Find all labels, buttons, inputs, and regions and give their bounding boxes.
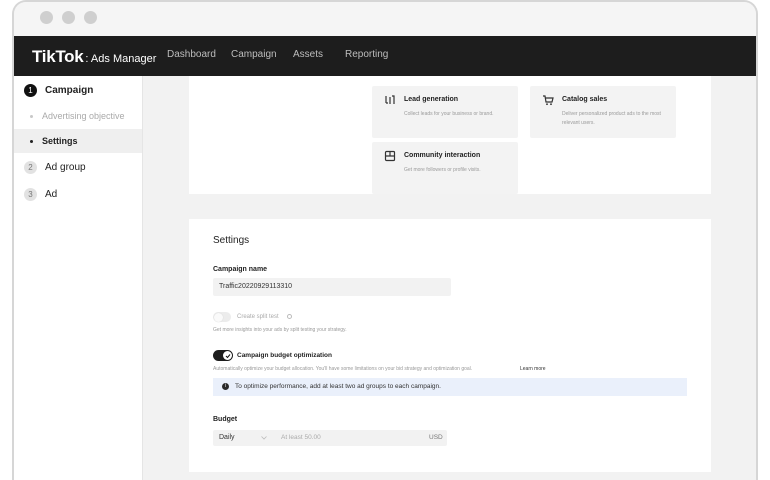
settings-heading: Settings — [213, 235, 250, 246]
window-minimize-button[interactable] — [62, 11, 75, 24]
nav-dashboard[interactable]: Dashboard — [167, 49, 216, 60]
split-test-description: Get more insights into your ads by split… — [213, 327, 347, 333]
sidebar-item-label: Settings — [42, 136, 78, 146]
nav-assets[interactable]: Assets — [293, 49, 323, 60]
objective-description: Deliver personalized product ads to the … — [562, 111, 661, 126]
objective-description: Get more followers or profile visits. — [404, 167, 481, 173]
cart-icon — [543, 95, 554, 106]
cbo-label: Campaign budget optimization — [237, 352, 332, 359]
funnel-icon — [385, 95, 395, 104]
nav-campaign[interactable]: Campaign — [231, 49, 277, 60]
step-label: Campaign — [45, 85, 94, 96]
split-test-toggle[interactable] — [213, 312, 231, 322]
check-icon — [225, 354, 231, 359]
budget-type-value: Daily — [219, 434, 235, 441]
brand-subtitle: : Ads Manager — [85, 53, 157, 65]
learn-more-link[interactable]: Learn more — [520, 366, 546, 372]
community-icon — [384, 150, 396, 162]
budget-type-select[interactable]: Daily — [213, 430, 271, 446]
window-titlebar — [14, 2, 756, 36]
objective-community-interaction[interactable]: Community interaction Get more followers… — [372, 142, 518, 194]
info-banner-text: To optimize performance, add at least tw… — [235, 383, 441, 390]
campaign-name-label: Campaign name — [213, 266, 268, 273]
objective-title: Lead generation — [404, 96, 459, 103]
objective-lead-generation[interactable]: Lead generation Collect leads for your b… — [372, 86, 518, 138]
objective-card: Lead generation Collect leads for your b… — [189, 76, 711, 194]
settings-card: Settings Campaign name Traffic2022092911… — [189, 219, 711, 472]
step-campaign[interactable]: 1 Campaign — [24, 84, 93, 97]
sidebar-item-settings[interactable]: Settings — [14, 129, 142, 153]
sidebar-item-advertising-objective[interactable]: Advertising objective — [14, 104, 142, 128]
step-number: 3 — [24, 188, 37, 201]
step-ad-group[interactable]: 2 Ad group — [24, 161, 86, 174]
step-number: 2 — [24, 161, 37, 174]
budget-row: Daily At least 50.00 USD — [213, 430, 447, 446]
info-banner: i To optimize performance, add at least … — [213, 378, 687, 396]
top-navigation: TikTok: Ads Manager Dashboard Campaign A… — [14, 36, 756, 76]
objective-catalog-sales[interactable]: Catalog sales Deliver personalized produ… — [530, 86, 676, 138]
campaign-name-input[interactable]: Traffic20220929113310 — [213, 278, 451, 296]
campaign-name-value: Traffic20220929113310 — [219, 283, 293, 290]
objective-description: Collect leads for your business or brand… — [404, 111, 494, 117]
budget-label: Budget — [213, 416, 238, 423]
bullet-icon — [30, 139, 33, 143]
currency-label: USD — [429, 434, 443, 441]
chevron-down-icon — [261, 436, 267, 440]
step-number: 1 — [24, 84, 37, 97]
window-close-button[interactable] — [40, 11, 53, 24]
cbo-toggle[interactable] — [213, 350, 233, 361]
bullet-icon — [30, 114, 33, 118]
brand-name: TikTok — [32, 47, 84, 66]
objective-title: Community interaction — [404, 152, 481, 159]
split-test-label: Create split test — [237, 314, 279, 320]
sidebar-item-label: Advertising objective — [42, 111, 125, 121]
budget-amount-input[interactable]: At least 50.00 — [281, 434, 321, 441]
main-content: Lead generation Collect leads for your b… — [143, 76, 756, 480]
nav-reporting[interactable]: Reporting — [345, 49, 388, 60]
step-label: Ad — [45, 189, 58, 200]
browser-window: TikTok: Ads Manager Dashboard Campaign A… — [12, 0, 758, 480]
tiktok-logo[interactable]: TikTok: Ads Manager — [32, 47, 156, 67]
step-ad[interactable]: 3 Ad — [24, 188, 57, 201]
toggle-knob — [214, 312, 223, 322]
objective-title: Catalog sales — [562, 96, 608, 103]
info-circle-icon[interactable] — [287, 314, 292, 319]
info-icon: i — [222, 383, 229, 390]
steps-sidebar: 1 Campaign Advertising objective Setting… — [14, 76, 143, 480]
step-label: Ad group — [45, 162, 86, 173]
window-maximize-button[interactable] — [84, 11, 97, 24]
cbo-description: Automatically optimize your budget alloc… — [213, 366, 473, 372]
